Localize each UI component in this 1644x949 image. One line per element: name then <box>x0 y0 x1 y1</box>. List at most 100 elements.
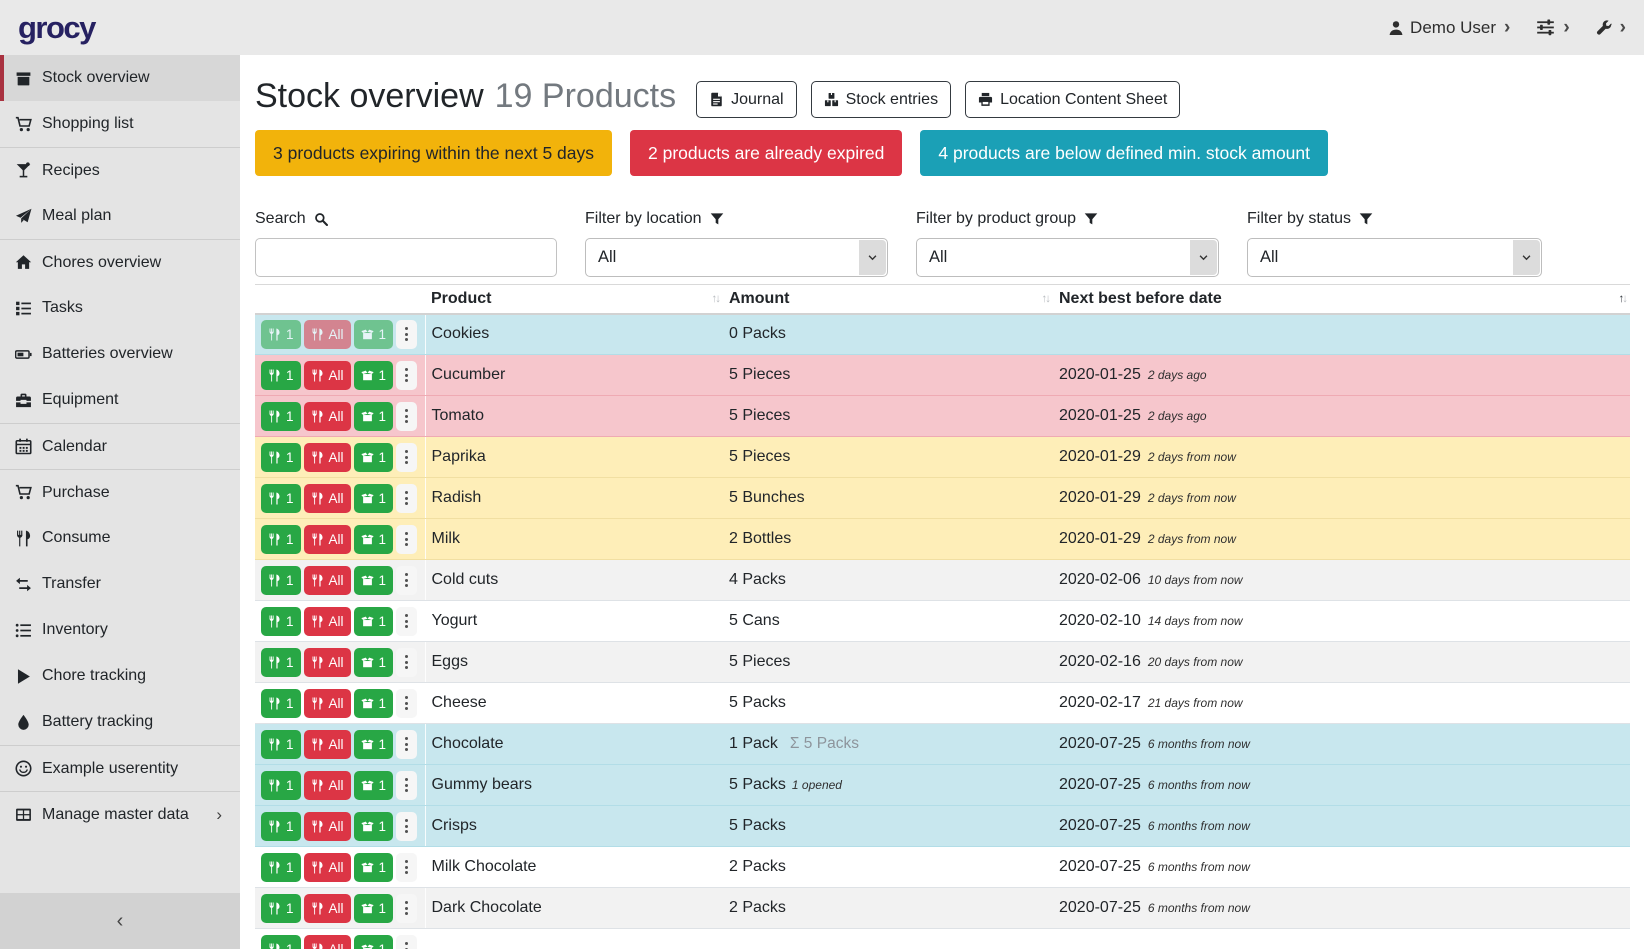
consume-all-button[interactable]: All <box>304 771 351 800</box>
consume-one-button[interactable]: 1 <box>261 566 301 595</box>
consume-all-button[interactable]: All <box>304 566 351 595</box>
consume-one-button[interactable]: 1 <box>261 361 301 390</box>
consume-all-button[interactable]: All <box>304 525 351 554</box>
consume-one-button[interactable]: 1 <box>261 648 301 677</box>
open-one-button[interactable]: 1 <box>354 648 394 677</box>
column-header-product[interactable]: Product↑↓ <box>425 285 723 314</box>
consume-all-button[interactable]: All <box>304 607 351 636</box>
open-one-button[interactable]: 1 <box>354 730 394 759</box>
row-menu-button[interactable] <box>396 689 417 718</box>
open-one-button[interactable]: 1 <box>354 525 394 554</box>
consume-all-button[interactable]: All <box>304 730 351 759</box>
row-menu-button[interactable] <box>396 730 417 759</box>
consume-one-button[interactable]: 1 <box>261 771 301 800</box>
row-menu-button[interactable] <box>396 320 417 349</box>
sidebar-item-batteries-overview[interactable]: Batteries overview <box>0 331 240 377</box>
filter-by-status-select[interactable]: All <box>1247 238 1542 277</box>
column-header-amount[interactable]: Amount↑↓ <box>723 285 1053 314</box>
location-content-sheet-button[interactable]: Location Content Sheet <box>965 81 1180 118</box>
open-one-button[interactable]: 1 <box>354 402 394 431</box>
sidebar-item-consume[interactable]: Consume <box>0 515 240 561</box>
open-one-button[interactable]: 1 <box>354 443 394 472</box>
sidebar-collapse-button[interactable]: ‹ <box>0 893 240 949</box>
sidebar-item-calendar[interactable]: Calendar <box>0 423 240 469</box>
column-header-next-best-before-date[interactable]: Next best before date↑↓ <box>1053 285 1630 314</box>
sidebar-item-transfer[interactable]: Transfer <box>0 561 240 607</box>
filter-by-product-group-select[interactable]: All <box>916 238 1219 277</box>
sort-icon[interactable]: ↑↓ <box>712 293 720 305</box>
consume-one-button[interactable]: 1 <box>261 894 301 923</box>
open-one-button[interactable]: 1 <box>354 812 394 841</box>
row-menu-button[interactable] <box>396 894 417 923</box>
open-one-button[interactable]: 1 <box>354 894 394 923</box>
row-menu-button[interactable] <box>396 525 417 554</box>
open-one-button[interactable]: 1 <box>354 689 394 718</box>
row-menu-button[interactable] <box>396 935 417 949</box>
open-one-button[interactable]: 1 <box>354 853 394 882</box>
sidebar-item-stock-overview[interactable]: Stock overview <box>0 55 240 101</box>
consume-all-button[interactable]: All <box>304 484 351 513</box>
open-one-button[interactable]: 1 <box>354 566 394 595</box>
row-menu-button[interactable] <box>396 648 417 677</box>
sidebar-item-recipes[interactable]: Recipes <box>0 147 240 193</box>
consume-all-button[interactable]: All <box>304 894 351 923</box>
settings-menu[interactable]: › <box>1536 18 1569 37</box>
consume-all-button[interactable]: All <box>304 853 351 882</box>
consume-all-button[interactable]: All <box>304 935 351 949</box>
consume-all-button[interactable]: All <box>304 689 351 718</box>
open-one-button[interactable]: 1 <box>354 607 394 636</box>
open-one-button[interactable]: 1 <box>354 361 394 390</box>
row-menu-button[interactable] <box>396 812 417 841</box>
consume-one-button[interactable]: 1 <box>261 935 301 949</box>
consume-one-button[interactable]: 1 <box>261 812 301 841</box>
user-menu[interactable]: Demo User › <box>1388 18 1510 38</box>
consume-one-button[interactable]: 1 <box>261 525 301 554</box>
open-one-button[interactable]: 1 <box>354 771 394 800</box>
sidebar-item-chore-tracking[interactable]: Chore tracking <box>0 653 240 699</box>
row-menu-button[interactable] <box>396 771 417 800</box>
sidebar-item-purchase[interactable]: Purchase <box>0 469 240 515</box>
app-logo[interactable]: grocy <box>18 10 95 46</box>
sidebar-item-manage-master-data[interactable]: Manage master data › <box>0 791 240 837</box>
sidebar-item-equipment[interactable]: Equipment <box>0 377 240 423</box>
row-menu-button[interactable] <box>396 443 417 472</box>
sidebar-item-example-userentity[interactable]: Example userentity <box>0 745 240 791</box>
search-input[interactable] <box>255 238 557 277</box>
admin-menu[interactable]: › <box>1596 18 1626 37</box>
consume-all-button[interactable]: All <box>304 320 351 349</box>
consume-one-button[interactable]: 1 <box>261 730 301 759</box>
consume-one-button[interactable]: 1 <box>261 689 301 718</box>
consume-one-button[interactable]: 1 <box>261 402 301 431</box>
open-one-button[interactable]: 1 <box>354 935 394 949</box>
row-menu-button[interactable] <box>396 402 417 431</box>
consume-one-button[interactable]: 1 <box>261 853 301 882</box>
sort-icon[interactable]: ↑↓ <box>1042 293 1050 305</box>
info-banner[interactable]: 4 products are below defined min. stock … <box>920 130 1328 176</box>
filter-by-location-select[interactable]: All <box>585 238 888 277</box>
sidebar-item-chores-overview[interactable]: Chores overview <box>0 239 240 285</box>
consume-one-button[interactable]: 1 <box>261 607 301 636</box>
sidebar-item-meal-plan[interactable]: Meal plan <box>0 193 240 239</box>
consume-one-button[interactable]: 1 <box>261 320 301 349</box>
sort-icon[interactable]: ↑↓ <box>1619 293 1627 305</box>
sidebar-item-shopping-list[interactable]: Shopping list <box>0 101 240 147</box>
row-menu-button[interactable] <box>396 361 417 390</box>
row-menu-button[interactable] <box>396 607 417 636</box>
consume-one-button[interactable]: 1 <box>261 443 301 472</box>
sidebar-item-battery-tracking[interactable]: Battery tracking <box>0 699 240 745</box>
row-menu-button[interactable] <box>396 566 417 595</box>
row-menu-button[interactable] <box>396 853 417 882</box>
row-menu-button[interactable] <box>396 484 417 513</box>
sidebar-item-inventory[interactable]: Inventory <box>0 607 240 653</box>
sidebar-item-tasks[interactable]: Tasks <box>0 285 240 331</box>
journal-button[interactable]: Journal <box>696 81 796 118</box>
consume-all-button[interactable]: All <box>304 812 351 841</box>
consume-all-button[interactable]: All <box>304 361 351 390</box>
open-one-button[interactable]: 1 <box>354 320 394 349</box>
consume-all-button[interactable]: All <box>304 402 351 431</box>
consume-one-button[interactable]: 1 <box>261 484 301 513</box>
consume-all-button[interactable]: All <box>304 443 351 472</box>
danger-banner[interactable]: 2 products are already expired <box>630 130 902 176</box>
open-one-button[interactable]: 1 <box>354 484 394 513</box>
warning-banner[interactable]: 3 products expiring within the next 5 da… <box>255 130 612 176</box>
